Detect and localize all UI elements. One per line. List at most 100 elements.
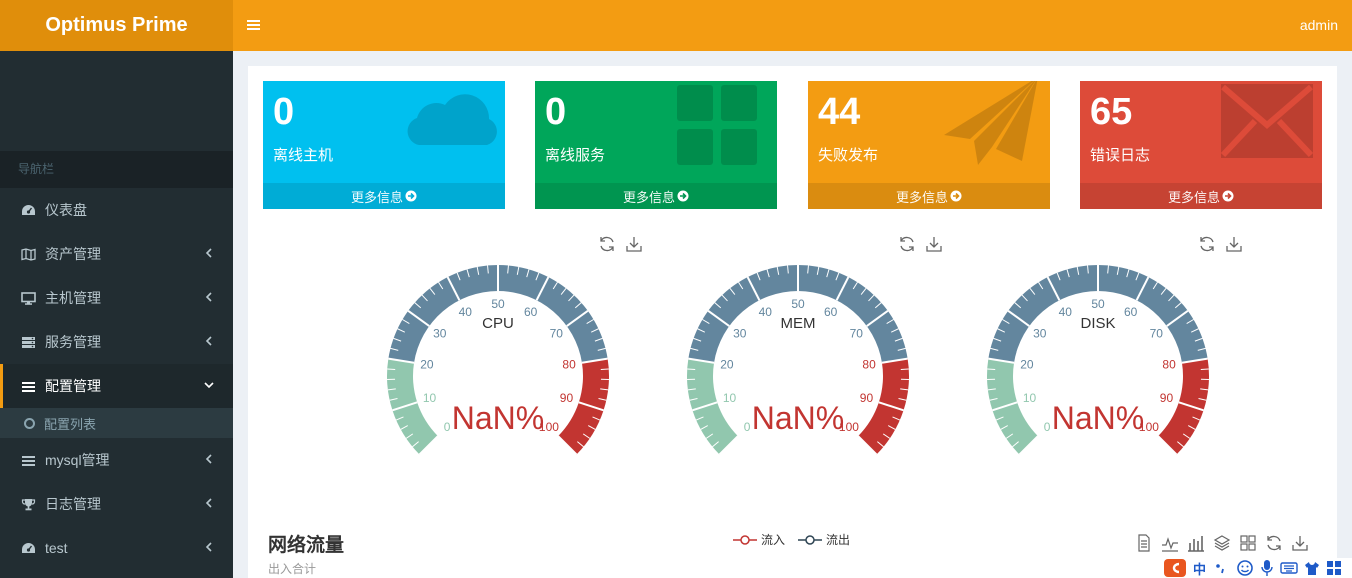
- sidebar-item-dashboard[interactable]: 仪表盘: [0, 188, 233, 232]
- tiled-icon[interactable]: [1239, 534, 1257, 552]
- gauge-tick-label: 10: [723, 391, 737, 405]
- gauge-tick-label: 0: [1044, 420, 1051, 434]
- gauge-band-low: [687, 358, 738, 455]
- stat-box-failed-releases: 44 失败发布 更多信息: [808, 81, 1050, 209]
- gauge-minor-tick: [387, 368, 396, 371]
- legend-label: 流出: [826, 533, 851, 547]
- sidebar: Optimus Prime 导航栏 仪表盘 资产管理 主机管理 服务管理 配置管…: [0, 0, 233, 578]
- sidebar-subitem-config-list[interactable]: 配置列表: [0, 408, 233, 438]
- gauge-tick-label: 40: [459, 305, 473, 319]
- gauge-tick-label: 50: [1091, 297, 1105, 311]
- stack-icon[interactable]: [1213, 534, 1231, 552]
- more-info-link[interactable]: 更多信息: [263, 183, 505, 209]
- ime-mode[interactable]: 中: [1193, 559, 1206, 578]
- gauge-value: NaN%: [1052, 400, 1144, 436]
- download-icon[interactable]: [625, 235, 643, 253]
- chevron-left-icon: [205, 336, 212, 346]
- top-navbar: admin: [233, 0, 1352, 51]
- download-icon[interactable]: [925, 235, 943, 253]
- more-info-label: 更多信息: [622, 189, 675, 205]
- gauge-tick-label: 80: [862, 358, 876, 372]
- gauge-tick-label: 60: [824, 305, 838, 319]
- sidebar-item-label: 服务管理: [45, 334, 101, 350]
- stat-box-error-logs: 65 错误日志 更多信息: [1080, 81, 1322, 209]
- hamburger-menu-icon[interactable]: [247, 18, 261, 32]
- emoji-icon[interactable]: [1236, 559, 1254, 577]
- gauge-tick-label: 30: [733, 327, 747, 341]
- gauge-value: NaN%: [452, 400, 544, 436]
- gauge-minor-tick: [687, 368, 696, 371]
- sidebar-item-logs[interactable]: 日志管理: [0, 482, 233, 526]
- gauge-tick-label: 20: [1020, 358, 1034, 372]
- gauge-title: MEM: [781, 315, 816, 332]
- gauge-minor-tick: [600, 368, 609, 371]
- network-subtitle: 出入合计: [268, 562, 317, 576]
- sidebar-item-hosts[interactable]: 主机管理: [0, 276, 233, 320]
- main-content: 0 离线主机 更多信息 0 离线服务 更多信息 44 失败发布 更多信息 65 …: [248, 66, 1337, 578]
- download-icon[interactable]: [1291, 534, 1309, 552]
- restore-icon[interactable]: [898, 235, 916, 253]
- desktop-icon: [20, 290, 36, 306]
- keyboard-icon[interactable]: [1280, 561, 1298, 575]
- trophy-icon: [20, 496, 36, 512]
- legend-item-inflow[interactable]: 流入: [733, 531, 785, 548]
- ime-toolbar[interactable]: 中: [1163, 558, 1352, 578]
- stat-label: 错误日志: [1090, 147, 1151, 164]
- sidebar-item-label: 仪表盘: [45, 202, 87, 218]
- more-info-label: 更多信息: [350, 189, 403, 205]
- bar-chart-icon[interactable]: [1187, 534, 1205, 552]
- skin-icon[interactable]: [1304, 560, 1320, 576]
- more-info-link[interactable]: 更多信息: [535, 183, 777, 209]
- stat-box-offline-hosts: 0 离线主机 更多信息: [263, 81, 505, 209]
- gauge-mem: 0102030405060708090100MEMNaN%: [687, 264, 909, 456]
- gauge-tick-label: 30: [1033, 327, 1047, 341]
- dashboard-icon: [20, 202, 36, 218]
- legend-line-icon: [733, 534, 757, 545]
- arrow-circle-right-icon: [950, 190, 962, 202]
- sogou-logo-icon: [1164, 559, 1186, 577]
- list-icon: [20, 452, 36, 468]
- server-icon: [20, 334, 36, 350]
- sidebar-item-mysql[interactable]: mysql管理: [0, 438, 233, 482]
- brand-logo[interactable]: Optimus Prime: [0, 0, 233, 51]
- restore-icon[interactable]: [598, 235, 616, 253]
- gauge-tick-label: 20: [420, 358, 434, 372]
- chevron-left-icon: [205, 498, 212, 508]
- sidebar-item-services[interactable]: 服务管理: [0, 320, 233, 364]
- sidebar-item-assets[interactable]: 资产管理: [0, 232, 233, 276]
- data-view-icon[interactable]: [1135, 534, 1153, 552]
- legend-item-outflow[interactable]: 流出: [798, 531, 850, 548]
- restore-icon[interactable]: [1198, 235, 1216, 253]
- gauge-tick-label: 60: [1124, 305, 1138, 319]
- sidebar-item-config[interactable]: 配置管理: [0, 364, 233, 408]
- sidebar-item-label: mysql管理: [45, 452, 110, 468]
- punctuation-icon[interactable]: [1214, 560, 1230, 576]
- more-info-link[interactable]: 更多信息: [1080, 183, 1322, 209]
- user-panel: [0, 51, 233, 151]
- gauge-band-high: [558, 358, 609, 455]
- toolbox-grid-icon[interactable]: [1326, 560, 1342, 576]
- download-icon[interactable]: [1225, 235, 1243, 253]
- chevron-left-icon: [205, 542, 212, 552]
- restore-icon[interactable]: [1265, 534, 1283, 552]
- legend-line-icon: [798, 534, 822, 545]
- gauge-tick-label: 70: [550, 327, 564, 341]
- user-menu[interactable]: admin: [1300, 17, 1338, 33]
- gauge-tick-label: 0: [744, 420, 751, 434]
- line-chart-icon[interactable]: [1161, 534, 1179, 552]
- gauge-band-low: [387, 358, 438, 455]
- sidebar-item-label: 配置管理: [45, 378, 101, 394]
- gauge-tick-label: 70: [850, 327, 864, 341]
- gauge-tick-label: 80: [1162, 358, 1176, 372]
- gauge-title: DISK: [1080, 315, 1115, 332]
- chevron-down-icon: [204, 382, 214, 389]
- more-info-link[interactable]: 更多信息: [808, 183, 1050, 209]
- stat-value: 65: [1090, 91, 1133, 133]
- sidebar-subitem-label: 配置列表: [44, 416, 97, 432]
- gauge-tick-label: 40: [1059, 305, 1073, 319]
- sidebar-item-test[interactable]: test: [0, 526, 233, 570]
- circle-icon: [24, 417, 35, 429]
- gauge-tick-label: 50: [491, 297, 505, 311]
- stat-box-offline-services: 0 离线服务 更多信息: [535, 81, 777, 209]
- microphone-icon[interactable]: [1260, 559, 1274, 577]
